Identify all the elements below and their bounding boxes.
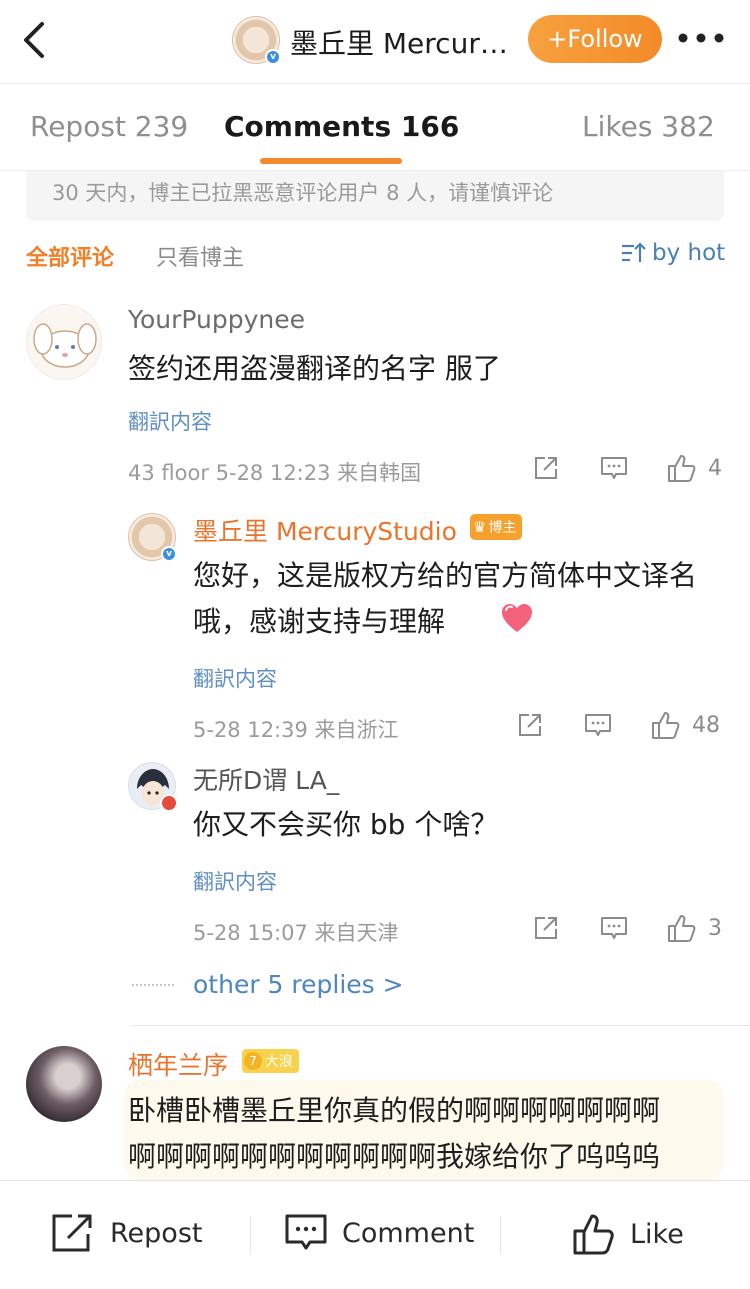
more-dots-icon — [678, 33, 724, 43]
translate-link[interactable]: 翻訳内容 — [128, 406, 212, 436]
owner-badge-label: 博主 — [488, 520, 517, 536]
back-button[interactable] — [18, 20, 54, 60]
like-count: 3 — [708, 915, 722, 941]
thumbs-up-icon — [668, 455, 696, 482]
reply-button[interactable] — [600, 914, 628, 942]
reply-button[interactable] — [600, 454, 628, 482]
like-button[interactable]: 3 — [666, 912, 722, 944]
filter-all-comments[interactable]: 全部评论 — [26, 240, 114, 272]
like-count: 48 — [692, 712, 720, 738]
translate-link[interactable]: 翻訳内容 — [193, 866, 277, 896]
filter-owner-only[interactable]: 只看博主 — [156, 240, 244, 272]
block-notice: 30 天内，博主已拉黑恶意评论用户 8 人，请谨慎评论 — [26, 171, 724, 221]
thumbs-up-icon — [573, 1214, 614, 1255]
level-number: 7 — [244, 1052, 262, 1070]
crown-icon: ♛ — [473, 518, 487, 536]
level-badge: 7 大浪 — [242, 1049, 299, 1073]
divider — [130, 1025, 750, 1026]
reply-text: 您好，这是版权方给的官方简体中文译名哦，感谢支持与理解 — [193, 559, 698, 638]
share-icon — [535, 917, 557, 939]
like-button[interactable]: 4 — [666, 452, 722, 484]
comment-icon — [285, 1214, 327, 1250]
sort-icon — [622, 242, 646, 262]
like-label: Like — [630, 1218, 684, 1250]
tab-likes[interactable]: Likes 382 — [582, 110, 715, 143]
share-icon — [52, 1214, 92, 1252]
share-icon — [519, 714, 541, 736]
heart-emoji-icon — [500, 601, 534, 635]
dotted-connector — [132, 984, 174, 986]
comment-icon — [585, 714, 611, 736]
reply-username[interactable]: 墨丘里 MercuryStudio — [193, 512, 457, 548]
comment-text-line-1: 卧槽卧槽墨丘里你真的假的啊啊啊啊啊啊啊 — [128, 1094, 661, 1127]
level-label: 大浪 — [265, 1054, 293, 1070]
thumbs-up-icon — [668, 915, 696, 942]
tab-comments[interactable]: Comments 166 — [224, 110, 459, 143]
reply-text: 你又不会买你 bb 个啥？ — [193, 808, 499, 841]
like-bottom-button[interactable]: Like — [572, 1212, 684, 1256]
repost-label: Repost — [110, 1217, 203, 1249]
divider — [500, 1216, 501, 1254]
share-button[interactable] — [532, 914, 560, 942]
thumbs-up-icon — [652, 712, 680, 739]
sort-button[interactable]: by hot — [620, 238, 725, 268]
avatar[interactable] — [26, 304, 102, 380]
comment-text: 签约还用盗漫翻译的名字 服了 — [128, 352, 501, 385]
share-icon — [535, 457, 557, 479]
divider — [250, 1216, 251, 1254]
page-title: 墨丘里 MercuryStudio — [290, 27, 520, 60]
reply-button[interactable] — [584, 711, 612, 739]
comment-text-line-2: 啊啊啊啊啊啊啊啊啊啊啊我嫁给你了呜呜呜 — [128, 1140, 661, 1173]
comment-username[interactable]: YourPuppynee — [128, 305, 305, 334]
chevron-left-icon — [24, 22, 44, 58]
verified-badge-icon: v — [161, 546, 177, 562]
comment-label: Comment — [342, 1217, 475, 1249]
comment-meta: 43 floor 5-28 12:23 来自韩国 — [128, 461, 422, 485]
reply-meta: 5-28 15:07 来自天津 — [193, 921, 399, 945]
translate-link[interactable]: 翻訳内容 — [193, 663, 277, 693]
share-button[interactable] — [532, 454, 560, 482]
repost-button[interactable]: Repost — [50, 1212, 202, 1254]
member-badge-icon — [160, 794, 178, 812]
comment-button[interactable]: Comment — [284, 1212, 474, 1254]
follow-button[interactable]: +Follow — [528, 15, 662, 63]
owner-badge: ♛ 博主 — [470, 514, 523, 540]
like-button[interactable]: 48 — [650, 709, 720, 741]
more-button[interactable] — [676, 26, 726, 50]
verified-badge-icon: v — [265, 49, 281, 65]
tab-repost[interactable]: Repost 239 — [30, 110, 188, 143]
avatar[interactable] — [26, 1046, 102, 1122]
reply-meta: 5-28 12:39 来自浙江 — [193, 718, 399, 742]
sort-label: by hot — [652, 240, 726, 266]
comment-icon — [601, 917, 627, 939]
share-button[interactable] — [516, 711, 544, 739]
puppy-avatar-icon — [33, 323, 97, 368]
active-tab-indicator — [260, 158, 402, 164]
more-replies-link[interactable]: other 5 replies > — [193, 970, 404, 999]
comment-icon — [601, 457, 627, 479]
comment-username[interactable]: 栖年兰序 — [128, 1046, 228, 1082]
like-count: 4 — [708, 455, 722, 481]
reply-username[interactable]: 无所D谓 LA_ — [193, 761, 339, 797]
